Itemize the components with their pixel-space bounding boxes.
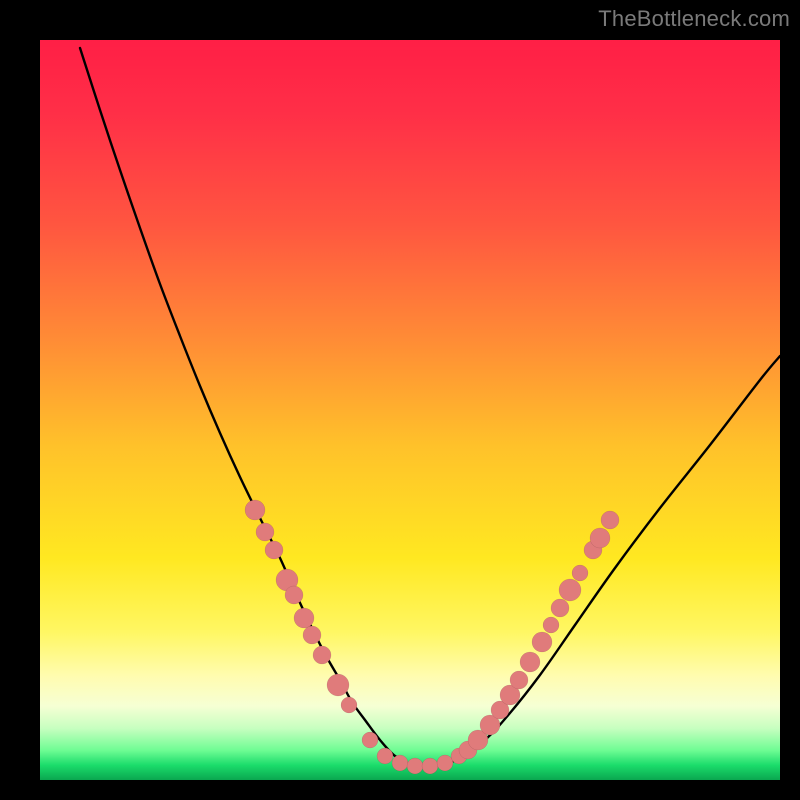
highlight-dot: [303, 626, 321, 644]
chart-frame: TheBottleneck.com: [0, 0, 800, 800]
bottleneck-chart-svg: [40, 40, 780, 780]
highlight-dot: [559, 579, 581, 601]
highlight-dot: [285, 586, 303, 604]
highlight-dot: [572, 565, 588, 581]
highlight-dot: [532, 632, 552, 652]
highlight-dot: [407, 758, 423, 774]
bottleneck-curve: [80, 48, 780, 766]
highlight-dot: [590, 528, 610, 548]
highlight-dot: [341, 697, 357, 713]
highlight-dots: [245, 500, 619, 774]
highlight-dot: [510, 671, 528, 689]
highlight-dot: [265, 541, 283, 559]
plot-area: [40, 40, 780, 780]
highlight-dot: [377, 748, 393, 764]
highlight-dot: [520, 652, 540, 672]
highlight-dot: [313, 646, 331, 664]
highlight-dot: [256, 523, 274, 541]
highlight-dot: [601, 511, 619, 529]
watermark-text: TheBottleneck.com: [598, 6, 790, 32]
highlight-dot: [245, 500, 265, 520]
highlight-dot: [392, 755, 408, 771]
highlight-dot: [543, 617, 559, 633]
highlight-dot: [327, 674, 349, 696]
highlight-dot: [362, 732, 378, 748]
highlight-dot: [551, 599, 569, 617]
highlight-dot: [422, 758, 438, 774]
highlight-dot: [294, 608, 314, 628]
highlight-dot: [437, 755, 453, 771]
